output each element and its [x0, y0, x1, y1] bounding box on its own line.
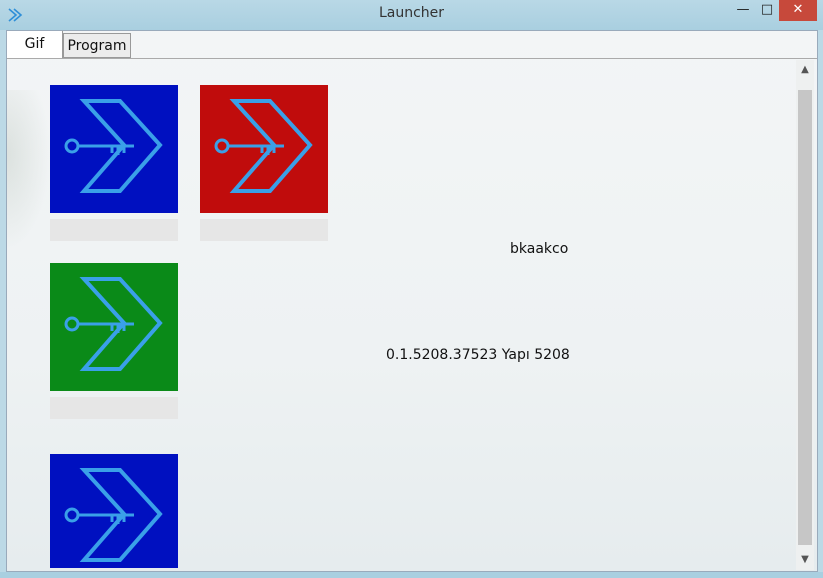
gif-tile-caption: [200, 219, 328, 241]
maximize-button[interactable]: □: [755, 0, 779, 21]
window-title: Launcher: [378, 5, 445, 21]
background-palm: [6, 90, 51, 250]
scroll-thumb[interactable]: [798, 90, 812, 545]
gif-tile-red[interactable]: [200, 85, 328, 213]
minimize-button[interactable]: —: [731, 0, 755, 21]
app-name-label: bkaakco: [510, 241, 569, 257]
tab-divider: [6, 58, 818, 59]
scroll-up-icon[interactable]: ▲: [796, 62, 814, 78]
key-arrow-icon: [50, 263, 178, 391]
gif-tile-caption: [50, 219, 178, 241]
tab-program[interactable]: Program: [63, 33, 131, 58]
gif-tile-blue[interactable]: [50, 85, 178, 213]
title-bar[interactable]: Launcher — □ ✕: [0, 0, 823, 30]
key-arrow-icon: [200, 85, 328, 213]
window-content: Gif Program bkaakco 0.1.5208.37523 Yapı …: [6, 30, 818, 572]
tab-gif[interactable]: Gif: [6, 30, 63, 59]
gif-tile-blue-2[interactable]: [50, 454, 178, 568]
close-button[interactable]: ✕: [779, 0, 817, 21]
version-label: 0.1.5208.37523 Yapı 5208: [386, 347, 570, 363]
gif-tile-green[interactable]: [50, 263, 178, 391]
key-arrow-icon: [50, 454, 178, 568]
scroll-down-icon[interactable]: ▼: [796, 552, 814, 568]
key-arrow-icon: [50, 85, 178, 213]
window-bottom-border: [0, 572, 823, 578]
vertical-scrollbar[interactable]: ▲ ▼: [796, 60, 814, 570]
gif-tile-caption: [50, 397, 178, 419]
